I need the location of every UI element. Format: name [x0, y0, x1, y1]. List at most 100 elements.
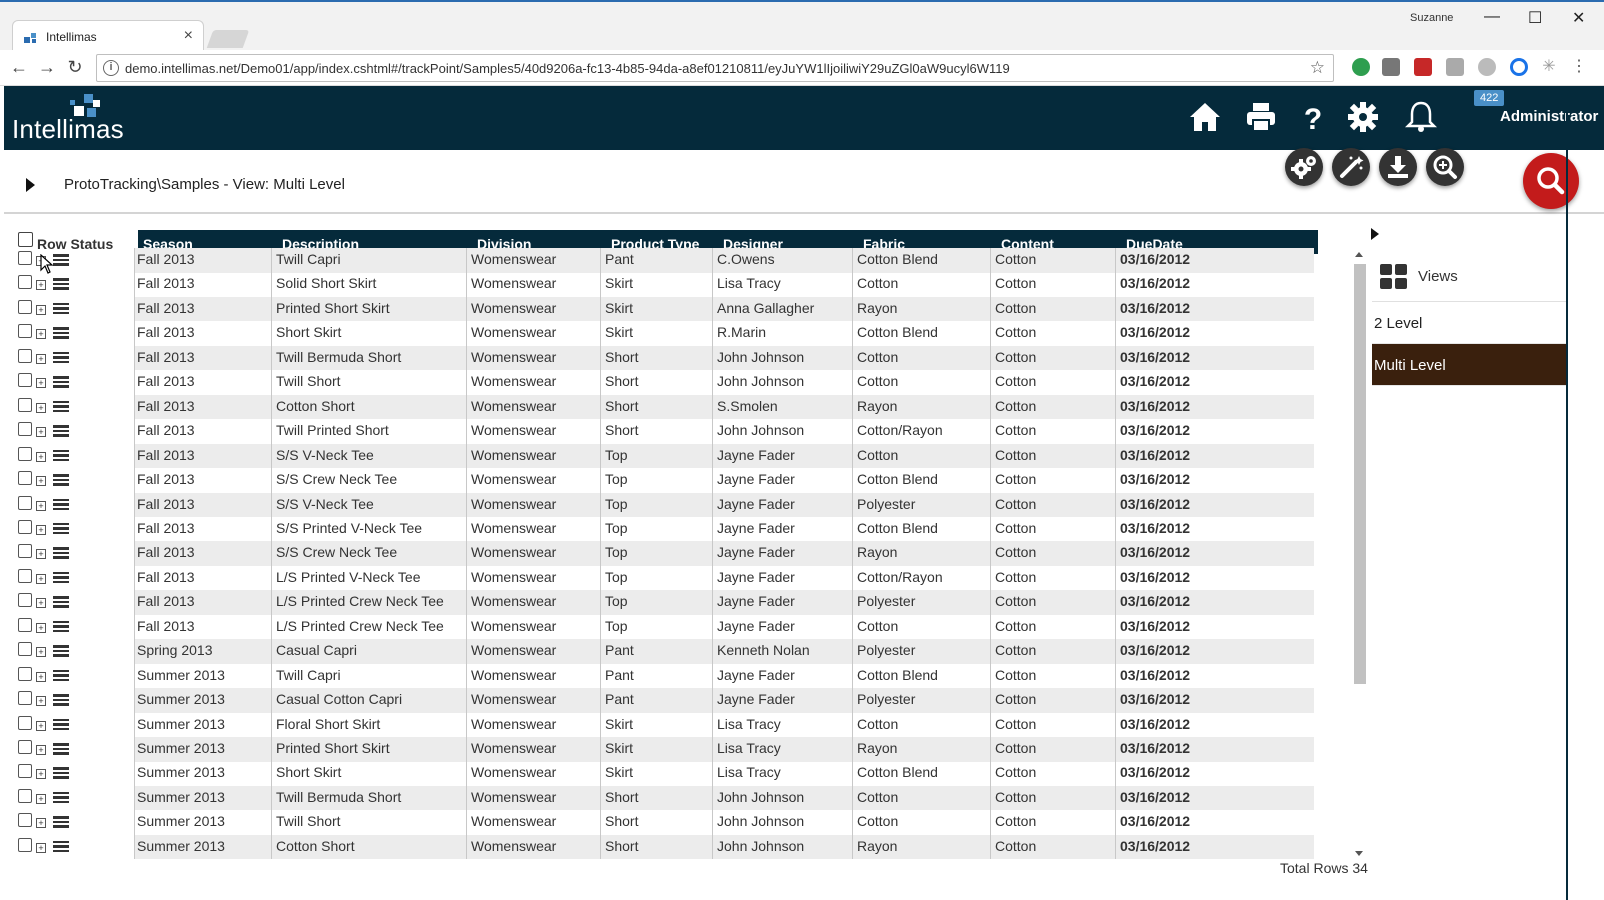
- cell-content[interactable]: Cotton: [995, 691, 1036, 707]
- cell-designer[interactable]: Lisa Tracy: [717, 740, 781, 756]
- cell-product-type[interactable]: Top: [605, 471, 628, 487]
- table-row[interactable]: + Fall 2013 L/S Printed V-Neck Tee Womenswe…: [4, 565, 1318, 591]
- cell-description[interactable]: Printed Short Skirt: [276, 740, 390, 756]
- cell-duedate[interactable]: 03/16/2012: [1120, 447, 1190, 463]
- row-checkbox[interactable]: [18, 788, 32, 803]
- cell-content[interactable]: Cotton: [995, 667, 1036, 683]
- table-row[interactable]: + Fall 2013 Printed Short Skirt Womenswear S…: [4, 296, 1318, 322]
- row-checkbox[interactable]: [18, 617, 32, 632]
- cell-content[interactable]: Cotton: [995, 593, 1036, 609]
- print-icon[interactable]: [1244, 100, 1278, 134]
- extension-blue-ring-icon[interactable]: [1510, 58, 1528, 76]
- expand-row-icon[interactable]: +: [36, 427, 46, 438]
- cell-duedate[interactable]: 03/16/2012: [1120, 373, 1190, 389]
- settings-gears-button[interactable]: [1285, 148, 1323, 186]
- cell-designer[interactable]: Jayne Fader: [717, 496, 795, 512]
- cell-division[interactable]: Womenswear: [471, 740, 556, 756]
- cell-division[interactable]: Womenswear: [471, 838, 556, 854]
- cell-product-type[interactable]: Pant: [605, 251, 634, 267]
- cell-fabric[interactable]: Cotton: [857, 349, 898, 365]
- row-menu-icon[interactable]: [53, 596, 69, 608]
- zoom-in-button[interactable]: [1426, 148, 1464, 186]
- row-checkbox[interactable]: [18, 813, 32, 828]
- row-menu-icon[interactable]: [53, 278, 69, 290]
- cell-season[interactable]: Fall 2013: [137, 471, 195, 487]
- cell-fabric[interactable]: Cotton Blend: [857, 324, 938, 340]
- row-checkbox[interactable]: [18, 275, 32, 290]
- cell-division[interactable]: Womenswear: [471, 544, 556, 560]
- cell-division[interactable]: Womenswear: [471, 520, 556, 536]
- cell-division[interactable]: Womenswear: [471, 813, 556, 829]
- cell-fabric[interactable]: Cotton: [857, 618, 898, 634]
- cell-season[interactable]: Fall 2013: [137, 398, 195, 414]
- cell-duedate[interactable]: 03/16/2012: [1120, 324, 1190, 340]
- view-item-2-level[interactable]: 2 Level: [1372, 302, 1568, 344]
- cell-content[interactable]: Cotton: [995, 496, 1036, 512]
- row-checkbox[interactable]: [18, 324, 32, 339]
- cell-product-type[interactable]: Short: [605, 349, 638, 365]
- cell-content[interactable]: Cotton: [995, 789, 1036, 805]
- browser-profile-name[interactable]: Suzanne: [1410, 12, 1453, 24]
- cell-division[interactable]: Womenswear: [471, 496, 556, 512]
- row-menu-icon[interactable]: [53, 522, 69, 535]
- cell-product-type[interactable]: Top: [605, 520, 628, 536]
- row-checkbox[interactable]: [18, 251, 32, 265]
- cell-designer[interactable]: Lisa Tracy: [717, 716, 781, 732]
- cell-duedate[interactable]: 03/16/2012: [1120, 569, 1190, 585]
- cell-designer[interactable]: Jayne Fader: [717, 691, 795, 707]
- table-row[interactable]: + Fall 2013 Twill Printed Short Womenswear S…: [4, 419, 1318, 444]
- expand-row-icon[interactable]: +: [36, 842, 46, 853]
- cell-duedate[interactable]: 03/16/2012: [1120, 716, 1190, 732]
- cell-product-type[interactable]: Short: [605, 789, 638, 805]
- cell-division[interactable]: Womenswear: [471, 789, 556, 805]
- row-menu-icon[interactable]: [53, 498, 69, 511]
- new-tab-button[interactable]: [206, 30, 250, 48]
- cell-division[interactable]: Womenswear: [471, 471, 556, 487]
- cell-description[interactable]: Casual Capri: [276, 642, 357, 658]
- cell-designer[interactable]: Jayne Fader: [717, 618, 795, 634]
- cell-season[interactable]: Fall 2013: [137, 447, 195, 463]
- row-menu-icon[interactable]: [53, 351, 69, 364]
- cell-product-type[interactable]: Skirt: [605, 275, 633, 291]
- expand-row-icon[interactable]: +: [36, 353, 46, 364]
- cell-fabric[interactable]: Rayon: [857, 300, 897, 316]
- cell-duedate[interactable]: 03/16/2012: [1120, 691, 1190, 707]
- cell-duedate[interactable]: 03/16/2012: [1120, 398, 1190, 414]
- cell-content[interactable]: Cotton: [995, 422, 1036, 438]
- expand-row-icon[interactable]: +: [36, 598, 46, 609]
- cell-fabric[interactable]: Rayon: [857, 740, 897, 756]
- row-menu-icon[interactable]: [53, 620, 69, 633]
- cell-content[interactable]: Cotton: [995, 569, 1036, 585]
- cell-product-type[interactable]: Top: [605, 447, 628, 463]
- cell-division[interactable]: Womenswear: [471, 447, 556, 463]
- cell-fabric[interactable]: Cotton Blend: [857, 667, 938, 683]
- table-row[interactable]: + Summer 2013 Twill Capri Womenswear Pant Jay…: [4, 663, 1318, 689]
- cell-designer[interactable]: Jayne Fader: [717, 520, 795, 536]
- browser-menu-icon[interactable]: ⋮: [1570, 58, 1588, 76]
- expand-panel-icon[interactable]: [26, 178, 35, 192]
- cell-description[interactable]: Floral Short Skirt: [276, 716, 380, 732]
- row-menu-icon[interactable]: [53, 840, 69, 853]
- table-row[interactable]: + Summer 2013 Casual Cotton Capri Womenswea…: [4, 688, 1318, 713]
- cell-description[interactable]: S/S Crew Neck Tee: [276, 544, 397, 560]
- table-row[interactable]: + Fall 2013 Short Skirt Womenswear Skirt R.Ma…: [4, 321, 1318, 346]
- cell-product-type[interactable]: Skirt: [605, 740, 633, 756]
- magic-wand-button[interactable]: [1332, 148, 1370, 186]
- cell-description[interactable]: L/S Printed Crew Neck Tee: [276, 618, 444, 634]
- cell-content[interactable]: Cotton: [995, 838, 1036, 854]
- cell-fabric[interactable]: Cotton Blend: [857, 764, 938, 780]
- row-menu-icon[interactable]: [53, 816, 69, 828]
- cell-designer[interactable]: John Johnson: [717, 349, 804, 365]
- cell-division[interactable]: Womenswear: [471, 373, 556, 389]
- cell-content[interactable]: Cotton: [995, 324, 1036, 340]
- cell-designer[interactable]: John Johnson: [717, 838, 804, 854]
- expand-row-icon[interactable]: +: [36, 622, 46, 633]
- cell-description[interactable]: L/S Printed Crew Neck Tee: [276, 593, 444, 609]
- row-menu-icon[interactable]: [53, 449, 69, 462]
- maximize-icon[interactable]: ☐: [1528, 8, 1542, 28]
- download-button[interactable]: [1379, 148, 1417, 186]
- cell-description[interactable]: Short Skirt: [276, 324, 341, 340]
- cell-duedate[interactable]: 03/16/2012: [1120, 349, 1190, 365]
- cell-division[interactable]: Womenswear: [471, 691, 556, 707]
- cell-duedate[interactable]: 03/16/2012: [1120, 838, 1190, 854]
